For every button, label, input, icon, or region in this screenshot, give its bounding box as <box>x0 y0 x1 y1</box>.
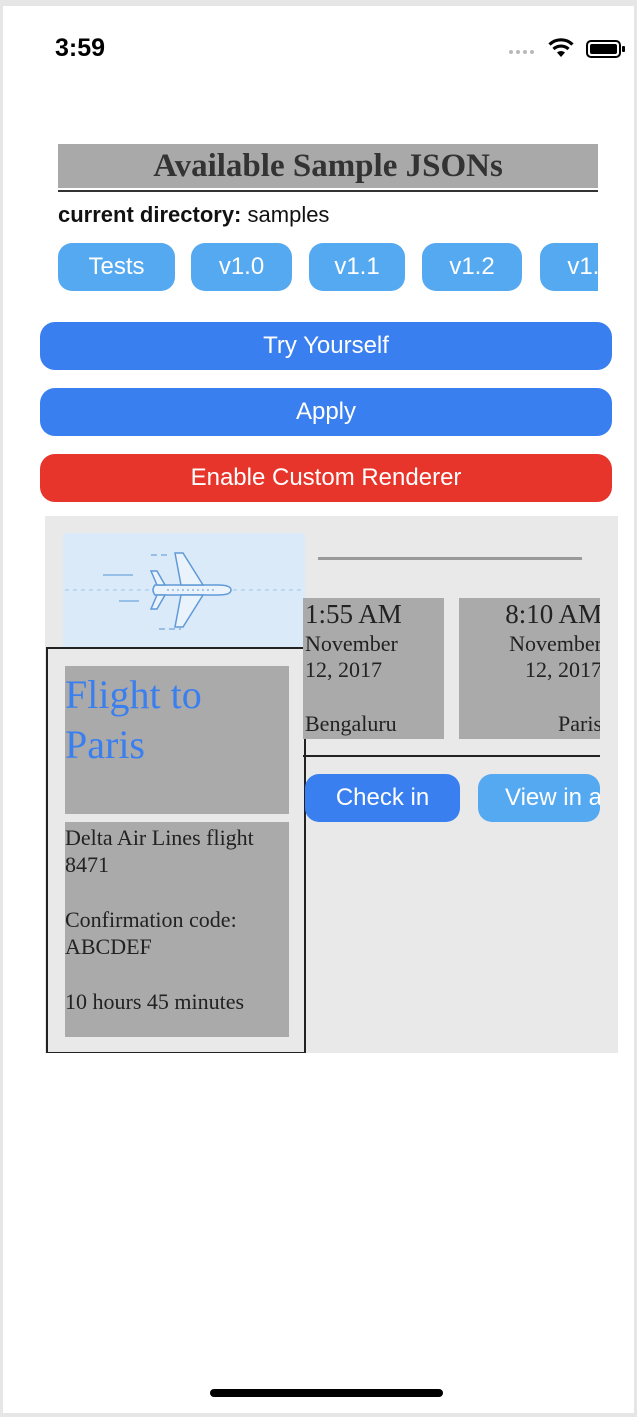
wifi-icon <box>548 38 574 57</box>
arrival-box: 8:10 AM November 12, 2017 Paris <box>459 598 600 739</box>
directory-label: current directory: <box>58 202 242 227</box>
directory-value: samples <box>247 202 330 227</box>
arrival-city: Paris <box>558 711 600 736</box>
battery-icon <box>586 40 625 58</box>
apply-button[interactable]: Apply <box>40 388 612 436</box>
home-indicator[interactable] <box>210 1389 443 1397</box>
departure-time: 1:55 AM <box>305 599 402 629</box>
version-chip-row[interactable]: Tests v1.0 v1.1 v1.2 v1.3 <box>58 243 598 293</box>
times-divider <box>303 755 600 757</box>
cellular-signal-icon <box>509 50 534 54</box>
chip-v1-1[interactable]: v1.1 <box>309 243 405 291</box>
view-in-app-button[interactable]: View in app <box>478 774 600 822</box>
arrival-date: November 12, 2017 <box>509 631 600 682</box>
current-directory: current directory: samples <box>58 202 329 228</box>
confirmation-text: Confirmation code: ABCDEF <box>65 907 237 959</box>
chip-v1-0[interactable]: v1.0 <box>191 243 292 291</box>
departure-box: 1:55 AM November 12, 2017 Bengaluru <box>303 598 444 739</box>
flight-title: Flight to Paris <box>65 672 202 767</box>
departure-city: Bengaluru <box>305 711 397 736</box>
enable-custom-renderer-button[interactable]: Enable Custom Renderer <box>40 454 612 502</box>
departure-date: November 12, 2017 <box>305 631 398 682</box>
status-time: 3:59 <box>55 34 106 62</box>
flight-card: Flight to Paris Delta Air Lines flight 8… <box>45 516 618 1053</box>
airplane-icon <box>65 552 303 630</box>
flight-details-block: Delta Air Lines flight 8471 Confirmation… <box>65 822 289 1037</box>
flight-title-block: Flight to Paris <box>65 666 289 814</box>
duration-text: 10 hours 45 minutes <box>65 989 245 1014</box>
airplane-image <box>63 533 305 648</box>
chip-v1-2[interactable]: v1.2 <box>422 243 522 291</box>
title-divider <box>58 190 598 192</box>
try-yourself-button[interactable]: Try Yourself <box>40 322 612 370</box>
airline-text: Delta Air Lines flight 8471 <box>65 825 254 877</box>
chip-v1-3[interactable]: v1.3 <box>540 243 598 291</box>
phone-screen: 3:59 Available Sample JSONs current dire… <box>3 6 634 1413</box>
check-in-button[interactable]: Check in <box>305 774 460 822</box>
chip-tests[interactable]: Tests <box>58 243 175 291</box>
flight-summary-panel: Flight to Paris Delta Air Lines flight 8… <box>46 647 306 1053</box>
arrival-time: 8:10 AM <box>505 599 600 629</box>
route-divider <box>318 557 582 560</box>
page-title: Available Sample JSONs <box>58 144 598 188</box>
